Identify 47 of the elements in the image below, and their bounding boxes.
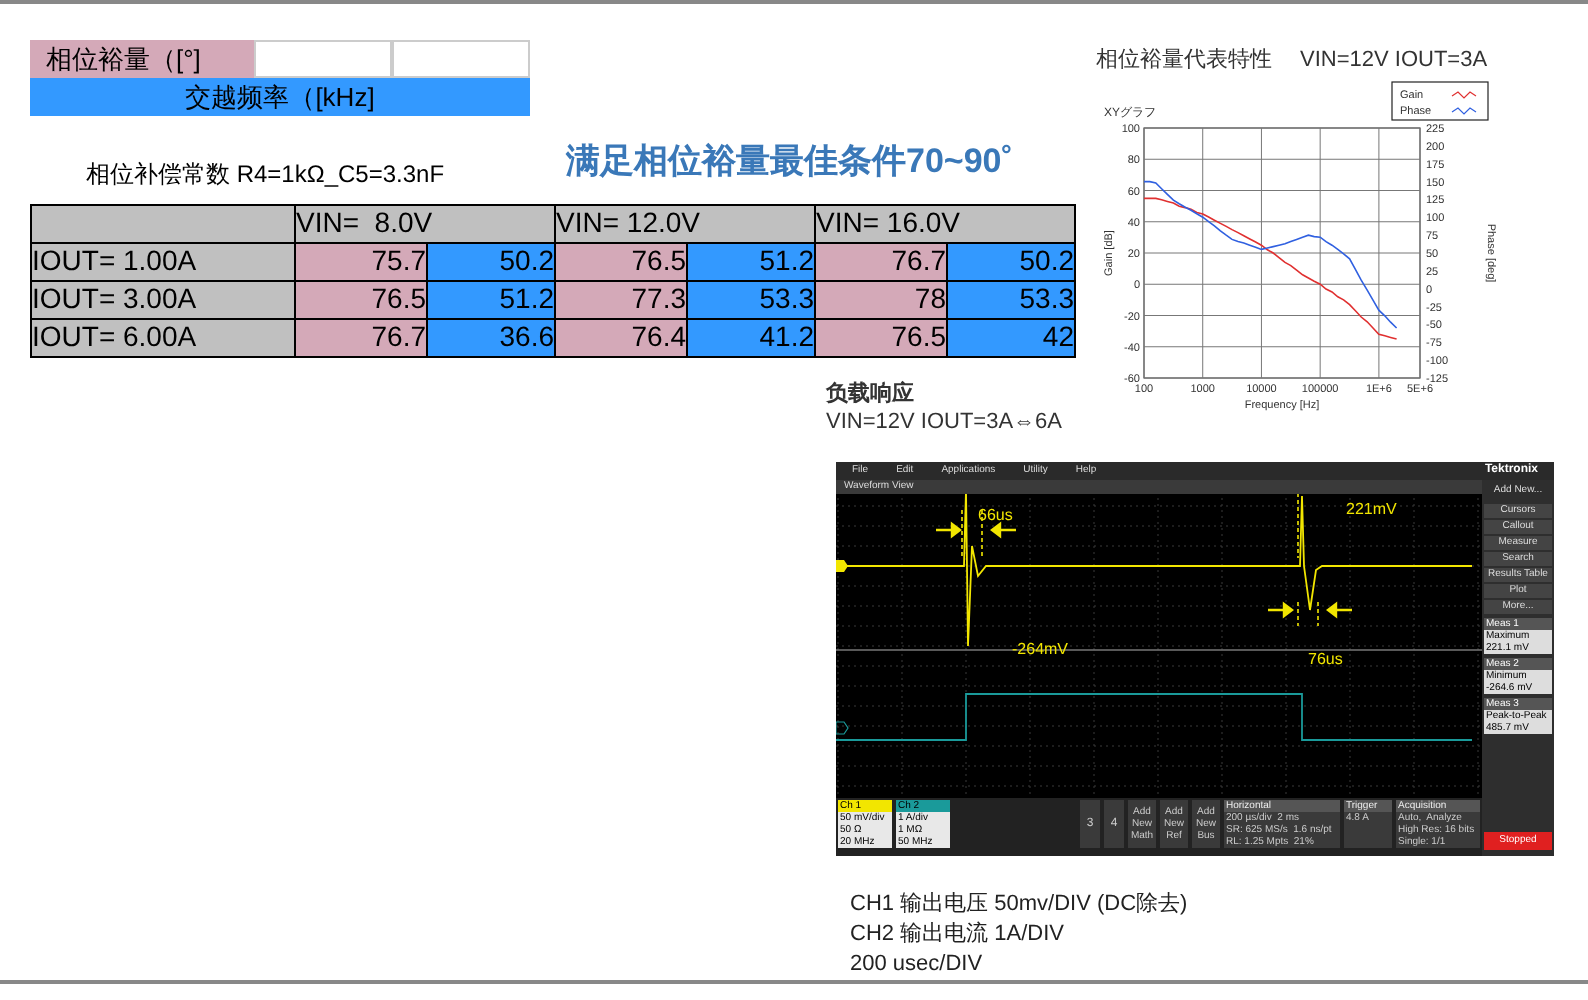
column-header: VIN= 16.0V	[815, 204, 1075, 242]
table-cell: 76.7	[815, 242, 947, 280]
arrow-icon	[990, 522, 1018, 538]
table-cell: 42	[947, 318, 1075, 356]
column-header: VIN= 8.0V	[295, 204, 555, 242]
headline: 满足相位裕量最佳条件70~90˚	[566, 140, 1013, 184]
arrow-icon	[1326, 602, 1354, 618]
chart-subtitle: VIN=12V IOUT=3A	[1300, 46, 1488, 76]
test-condition: VIN=12V IOUT=3A⇔6A	[826, 408, 1062, 436]
table-cell: 76.4	[555, 318, 687, 356]
table-cell: 51.2	[427, 280, 555, 318]
table-cell: 50.2	[947, 242, 1075, 280]
caption-line: CH2 输出电流 1A/DIV	[850, 920, 1064, 950]
table-cell: 53.3	[947, 280, 1075, 318]
table-cell: 76.5	[815, 318, 947, 356]
column-header: VIN= 12.0V	[555, 204, 815, 242]
phase-margin-label: 相位裕量（[°]	[30, 40, 254, 78]
chart-legend	[1391, 80, 1489, 120]
legend-swatch-icon	[1451, 106, 1477, 114]
measurement-label: 66us	[978, 506, 1013, 524]
table-cell: 75.7	[295, 242, 427, 280]
caption-line: CH1 输出电压 50mv/DIV (DC除去)	[850, 890, 1188, 920]
row-header: IOUT= 3.00A	[31, 280, 295, 318]
table-cell: 77.3	[555, 280, 687, 318]
compensation-note: 相位补偿常数 R4=1kΩ_C5=3.3nF	[86, 157, 447, 191]
empty-cell	[392, 40, 530, 78]
caption-line: 200 usec/DIV	[850, 950, 983, 980]
table-cell: 50.2	[427, 242, 555, 280]
measurement-label: 76us	[1308, 650, 1343, 668]
table-cell: 51.2	[687, 242, 815, 280]
arrow-icon	[1266, 602, 1294, 618]
row-header: IOUT= 1.00A	[31, 242, 295, 280]
measurement-label: 221mV	[1346, 500, 1397, 518]
table-cell: 76.7	[295, 318, 427, 356]
table-cell: 78	[815, 280, 947, 318]
legend-swatch-icon	[1451, 90, 1477, 98]
table-cell: 76.5	[555, 242, 687, 280]
table-cell: 41.2	[687, 318, 815, 356]
chart-title: 相位裕量代表特性	[1096, 46, 1272, 76]
table-cell: 36.6	[427, 318, 555, 356]
measurement-label: -264mV	[1012, 640, 1069, 658]
table-cell: 76.5	[295, 280, 427, 318]
section-title: 负载响应	[826, 380, 914, 408]
arrow-icon	[934, 522, 962, 538]
row-header: IOUT= 6.00A	[31, 318, 295, 356]
table-cell: 53.3	[687, 280, 815, 318]
crossover-label: 交越频率（[kHz]	[30, 78, 530, 116]
